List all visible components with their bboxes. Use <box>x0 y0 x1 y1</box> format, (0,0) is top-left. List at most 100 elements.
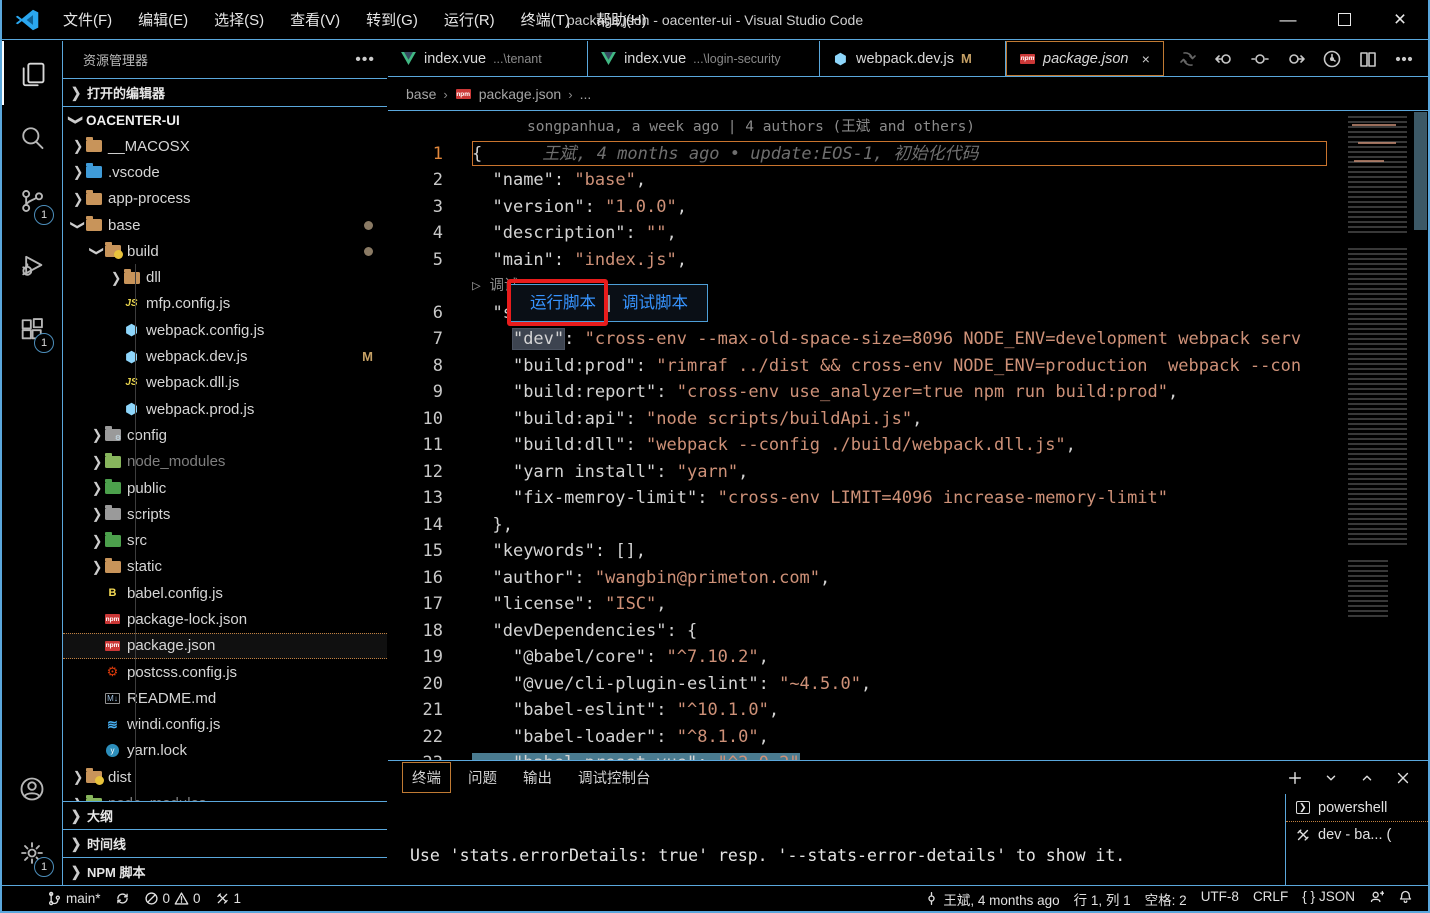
tree-item-public[interactable]: ❯public <box>63 475 387 501</box>
tree-item-src[interactable]: ❯src <box>63 527 387 553</box>
tree-item-dist[interactable]: ❯dist <box>63 764 387 790</box>
code-line[interactable]: 4 "description": "", <box>388 220 1344 247</box>
menu-4[interactable]: 转到(G) <box>353 0 431 39</box>
code-line[interactable]: 8 "build:prod": "rimraf ../dist && cross… <box>388 353 1344 380</box>
tree-item-config[interactable]: ❯⚙config <box>63 422 387 448</box>
blame-indicator[interactable]: 王斌, 4 months ago <box>917 889 1066 909</box>
eol[interactable]: CRLF <box>1246 889 1295 904</box>
menu-5[interactable]: 运行(R) <box>431 0 508 39</box>
code-line[interactable]: 21 "babel-eslint": "^10.1.0", <box>388 697 1344 724</box>
code-line[interactable]: 1{王斌, 4 months ago • update:EOS-1, 初始化代码 <box>388 141 1344 168</box>
code-line[interactable]: 12 "yarn install": "yarn", <box>388 459 1344 486</box>
chevron-down-icon[interactable] <box>1322 769 1340 787</box>
tab-package.json[interactable]: npmpackage.json× <box>1006 41 1164 76</box>
split-editor-icon[interactable] <box>1358 49 1378 69</box>
tree-item-yarn.lock[interactable]: yyarn.lock <box>63 738 387 764</box>
terminal-instance-dev - ba... ([interactable]: dev - ba... ( <box>1286 821 1428 848</box>
tree-item-mfp.config.js[interactable]: JSmfp.config.js <box>63 291 387 317</box>
close-button[interactable]: × <box>1372 0 1428 39</box>
activity-account[interactable] <box>2 757 62 821</box>
breadcrumb-item[interactable]: base <box>406 86 436 102</box>
codelens-authors[interactable]: songpanhua, a week ago | 4 authors (王斌 a… <box>443 114 975 141</box>
panel-tab-终端[interactable]: 终端 <box>402 762 451 793</box>
tree-item-base[interactable]: ❯base <box>63 212 387 238</box>
breadcrumb-item[interactable]: ... <box>580 86 592 102</box>
activity-source-control[interactable]: 1 <box>2 169 62 233</box>
code-line[interactable]: 5 "main": "index.js", <box>388 247 1344 274</box>
feedback-button[interactable] <box>1362 889 1391 904</box>
tree-item-dll[interactable]: ❯dll <box>63 264 387 290</box>
terminal-output[interactable]: Use 'stats.errorDetails: true' resp. '--… <box>410 801 1278 885</box>
tree-item-.vscode[interactable]: ❯.vscode <box>63 159 387 185</box>
code-line[interactable]: 15 "keywords": [], <box>388 538 1344 565</box>
encoding[interactable]: UTF-8 <box>1194 889 1246 904</box>
code-line[interactable]: 13 "fix-memroy-limit": "cross-env LIMIT=… <box>388 485 1344 512</box>
menu-2[interactable]: 选择(S) <box>201 0 277 39</box>
terminal-instance-powershell[interactable]: ❯powershell <box>1286 794 1428 821</box>
code-line[interactable]: 7 "dev": "cross-env --max-old-space-size… <box>388 326 1344 353</box>
gitlens-icon[interactable] <box>1322 49 1342 69</box>
tree-item-webpack.prod.js[interactable]: ⬢webpack.prod.js <box>63 396 387 422</box>
activity-search[interactable] <box>2 105 62 169</box>
more-actions-icon[interactable] <box>1394 49 1414 69</box>
open-editors-section[interactable]: ❯ 打开的编辑器 <box>63 78 387 106</box>
code-line[interactable]: 3 "version": "1.0.0", <box>388 194 1344 221</box>
tab-webpack.dev.js[interactable]: ⬢webpack.dev.jsM <box>820 41 1006 76</box>
tree-item-package-lock.json[interactable]: npmpackage-lock.json <box>63 606 387 632</box>
code-line[interactable]: 23 "babel-preset-vue": "^2.0.2" <box>388 750 1344 760</box>
code-editor[interactable]: songpanhua, a week ago | 4 authors (王斌 a… <box>388 112 1428 760</box>
open-changes-icon[interactable] <box>1178 49 1198 69</box>
branch-indicator[interactable]: main* <box>40 891 108 906</box>
menu-0[interactable]: 文件(F) <box>50 0 125 39</box>
tree-item-node_modules[interactable]: ❯node_modules <box>63 449 387 475</box>
more-actions-icon[interactable]: ••• <box>355 51 375 69</box>
tree-item-README.md[interactable]: M↓README.md <box>63 685 387 711</box>
activity-settings[interactable]: 1 <box>2 821 62 885</box>
minimap[interactable] <box>1344 112 1413 760</box>
panel-tab-输出[interactable]: 输出 <box>514 763 561 792</box>
tab-index.vue[interactable]: index.vue...\tenant <box>388 41 588 76</box>
tree-item-static[interactable]: ❯static <box>63 554 387 580</box>
menu-3[interactable]: 查看(V) <box>277 0 353 39</box>
tasks-indicator[interactable]: 1 <box>208 891 249 906</box>
tree-item-package.json[interactable]: npmpackage.json <box>63 633 387 659</box>
change-icon[interactable] <box>1250 49 1270 69</box>
tree-item-windi.config.js[interactable]: ≋windi.config.js <box>63 712 387 738</box>
chevron-up-icon[interactable] <box>1358 769 1376 787</box>
close-panel-icon[interactable] <box>1394 769 1412 787</box>
editor-scrollbar[interactable] <box>1413 112 1428 760</box>
minimize-button[interactable]: — <box>1260 0 1316 39</box>
breadcrumb-item[interactable]: package.json <box>479 86 562 102</box>
tree-item-babel.config.js[interactable]: Bbabel.config.js <box>63 580 387 606</box>
tree-item-webpack.dev.js[interactable]: ⬢webpack.dev.jsM <box>63 343 387 369</box>
code-line[interactable]: 11 "build:dll": "webpack --config ./buil… <box>388 432 1344 459</box>
activity-explorer[interactable] <box>2 41 62 105</box>
code-line[interactable]: 22 "babel-loader": "^8.1.0", <box>388 724 1344 751</box>
sync-button[interactable] <box>108 891 137 906</box>
tree-item-webpack.dll.js[interactable]: JSwebpack.dll.js <box>63 370 387 396</box>
activity-run-debug[interactable] <box>2 233 62 297</box>
code-line[interactable]: 17 "license": "ISC", <box>388 591 1344 618</box>
tree-item-build[interactable]: ❯build <box>63 238 387 264</box>
code-line[interactable]: 10 "build:api": "node scripts/buildApi.j… <box>388 406 1344 433</box>
tree-item-scripts[interactable]: ❯scripts <box>63 501 387 527</box>
debug-script-link[interactable]: 调试脚本 <box>622 290 688 317</box>
tree-item-postcss.config.js[interactable]: ⚙postcss.config.js <box>63 659 387 685</box>
section-NPM 脚本[interactable]: ❯NPM 脚本 <box>63 857 387 885</box>
code-line[interactable]: 16 "author": "wangbin@primeton.com", <box>388 565 1344 592</box>
breadcrumb[interactable]: base›npmpackage.json›... <box>388 78 1428 111</box>
panel-tab-调试控制台[interactable]: 调试控制台 <box>569 763 660 792</box>
menu-1[interactable]: 编辑(E) <box>125 0 201 39</box>
cursor-position[interactable]: 行 1, 列 1 <box>1067 889 1138 909</box>
code-line[interactable]: 2 "name": "base", <box>388 167 1344 194</box>
code-line[interactable]: 18 "devDependencies": { <box>388 618 1344 645</box>
code-line[interactable]: 19 "@babel/core": "^7.10.2", <box>388 644 1344 671</box>
language-mode[interactable]: { }JSON <box>1295 889 1362 904</box>
section-大纲[interactable]: ❯大纲 <box>63 801 387 829</box>
close-icon[interactable]: × <box>1141 51 1149 67</box>
code-line[interactable]: 14 }, <box>388 512 1344 539</box>
code-line[interactable]: 20 "@vue/cli-plugin-eslint": "~4.5.0", <box>388 671 1344 698</box>
panel-tab-问题[interactable]: 问题 <box>459 763 506 792</box>
tab-index.vue[interactable]: index.vue...\login-security <box>588 41 820 76</box>
section-时间线[interactable]: ❯时间线 <box>63 829 387 857</box>
